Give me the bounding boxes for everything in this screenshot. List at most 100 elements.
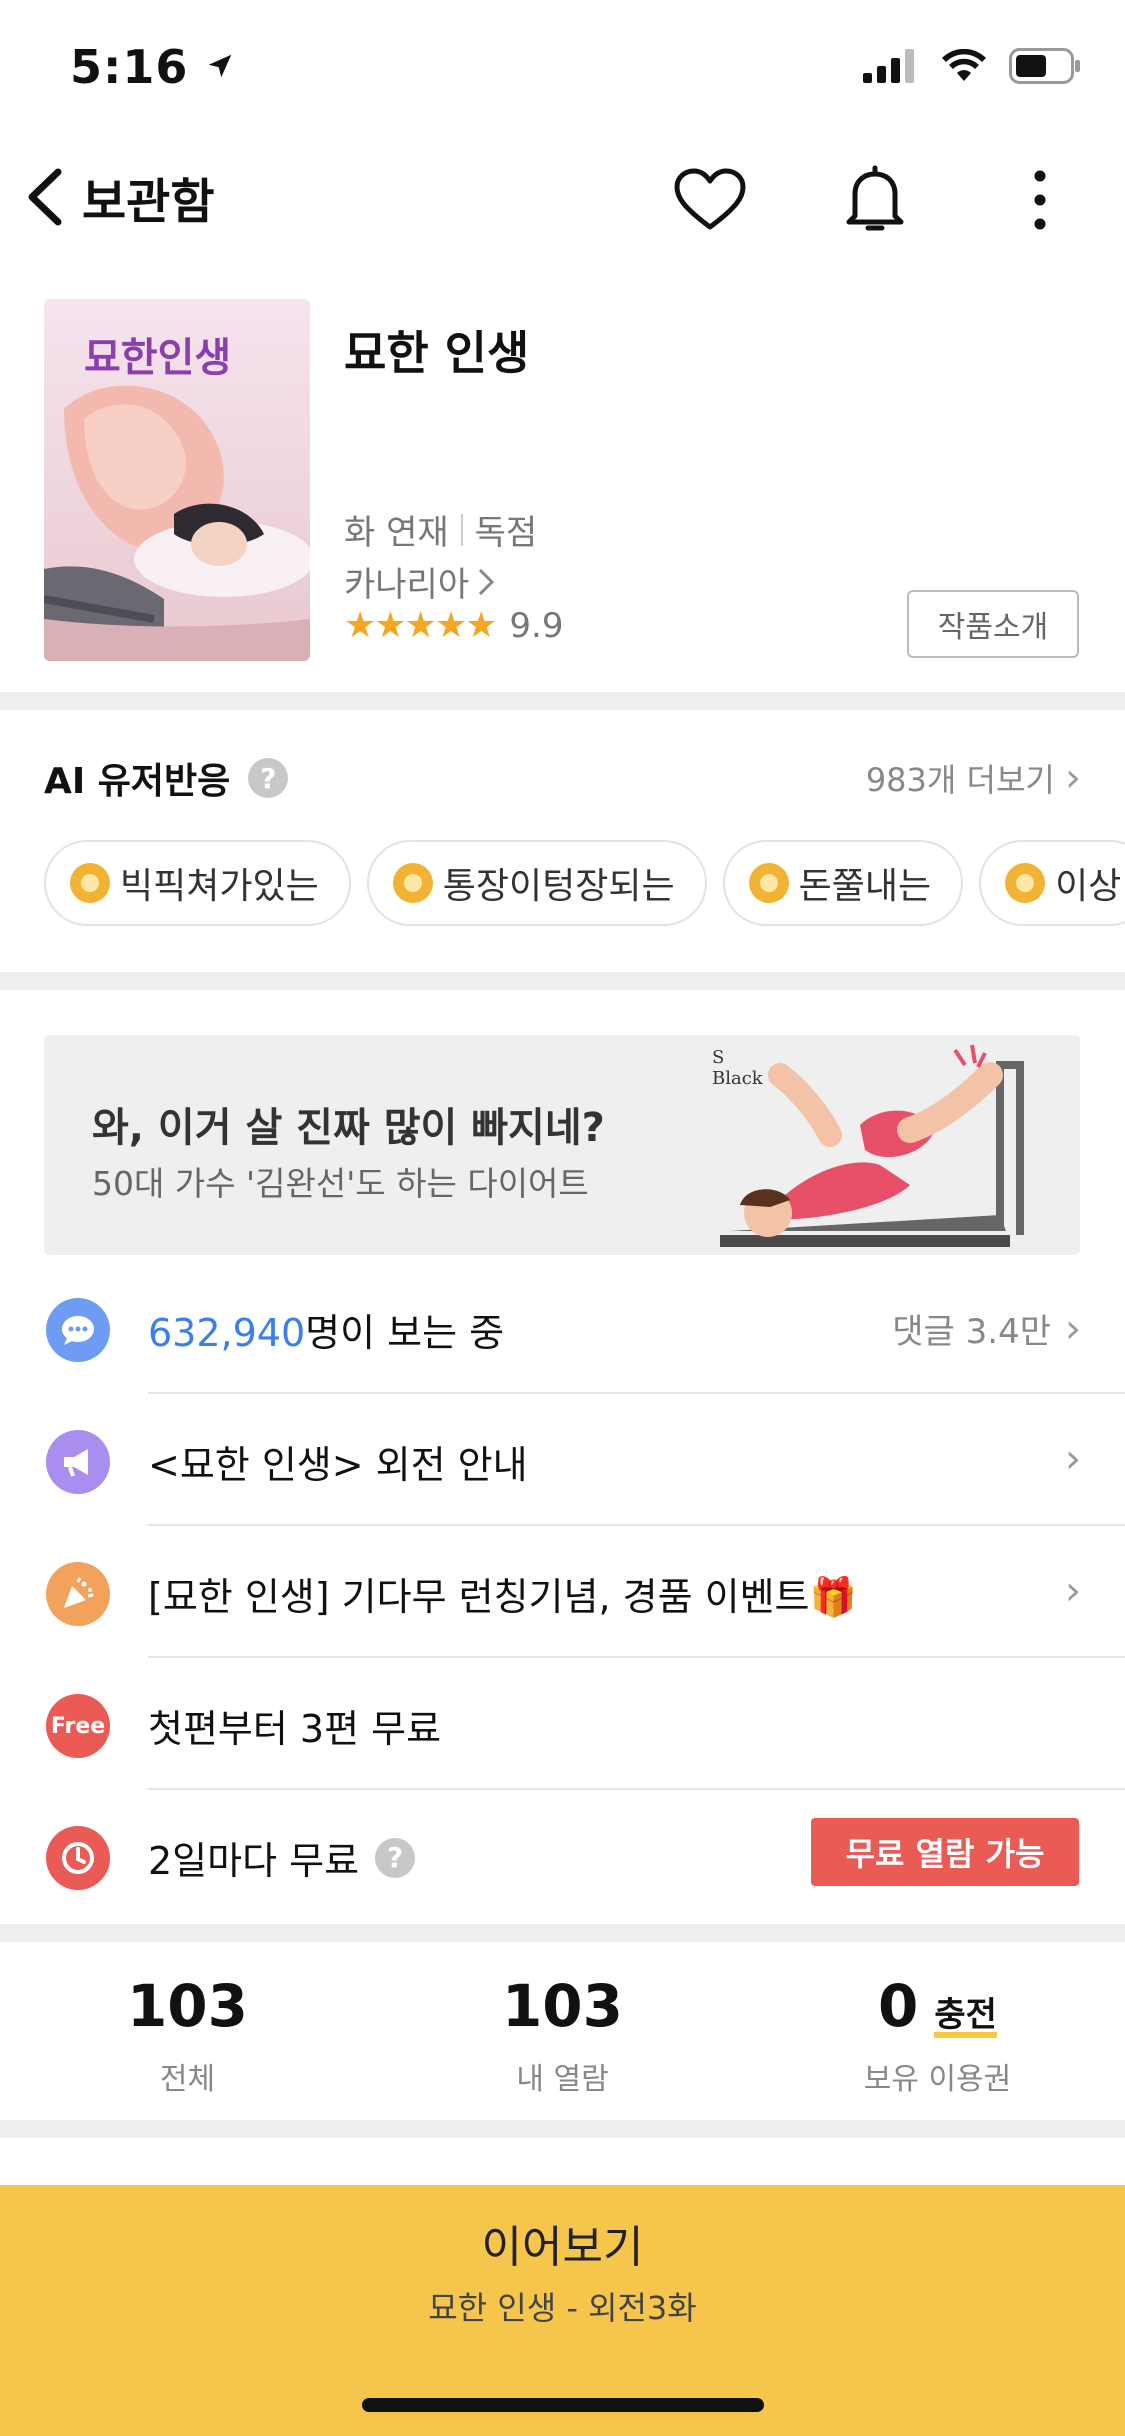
chevron-right-icon [479, 568, 495, 595]
author-name: 카나리아 [344, 565, 470, 605]
rating-value: 9.9 [509, 605, 564, 646]
reaction-chip[interactable]: 이상 [979, 840, 1125, 926]
series-title: 묘한 인생 [344, 326, 530, 380]
ad-headline: 와, 이거 살 진짜 많이 빠지네? [92, 1105, 605, 1151]
home-indicator[interactable] [362, 2398, 764, 2412]
nav-bar: 보관함 [0, 150, 1125, 250]
wait-free-row: 2일마다 무료 ? 무료 열람 가능 [0, 1790, 1125, 1922]
ai-reactions-title: AI 유저반응 ? [44, 752, 289, 804]
chip-label: 빅픽쳐가있는 [120, 866, 319, 907]
clock-icon [46, 1826, 110, 1890]
ad-subtext: 50대 가수 '김완선'도 하는 다이어트 [92, 1164, 589, 1203]
free-badge-icon: Free [46, 1694, 110, 1758]
more-options-button[interactable] [1000, 160, 1080, 240]
party-popper-icon [46, 1562, 110, 1626]
ad-illustration [720, 1044, 1024, 1247]
cover-title: 묘한인생 [84, 335, 232, 381]
event-chevron: › [1065, 1568, 1081, 1614]
ai-reactions-more-label: 983개 더보기 [865, 761, 1055, 799]
series-header: 묘한인생 묘한 인생 화 연재 독점 카나리아 ★★★★★ 9.9 작품소개 [0, 295, 1125, 695]
viewers-row[interactable]: 632,940명이 보는 중 댓글 3.4만 › [0, 1262, 1125, 1394]
bell-icon [846, 165, 904, 231]
notice-text: <묘한 인생> 외전 안내 [148, 1443, 528, 1487]
heart-icon [674, 168, 746, 230]
section-divider [0, 692, 1125, 710]
status-time-text: 5:16 [70, 40, 189, 94]
cover-image[interactable]: 묘한인생 [44, 299, 310, 661]
chip-label: 통장이텅장되는 [442, 866, 675, 907]
section-divider [0, 2120, 1125, 2138]
serial-status: 화 연재 [344, 513, 449, 553]
battery-icon [1009, 48, 1080, 84]
event-text: [묘한 인생] 기다무 런칭기념, 경품 이벤트🎁 [148, 1575, 857, 1619]
chevron-right-icon: › [1065, 1305, 1081, 1352]
favorite-button[interactable] [670, 160, 750, 240]
reaction-chips: 빅픽쳐가있는 통장이텅장되는 돈쭐내는 이상 [44, 840, 1125, 930]
chevron-left-icon [28, 168, 62, 226]
comments-link[interactable]: 댓글 3.4만 › [892, 1304, 1081, 1353]
stat-total-value: 103 [126, 1972, 249, 2040]
coin-icon [1005, 863, 1046, 903]
signal-icon [863, 49, 914, 83]
status-bar: 5:16 [0, 0, 1125, 140]
help-icon[interactable]: ? [248, 758, 289, 798]
viewers-count: 632,940 [148, 1311, 306, 1355]
chat-bubble-icon [46, 1298, 110, 1362]
stat-viewed-value: 103 [501, 1972, 624, 2040]
stat-viewed: 103 내 열람 [375, 1950, 750, 2120]
back-button[interactable]: 보관함 [22, 162, 214, 232]
coin-icon [748, 863, 789, 903]
chip-label: 이상 [1055, 866, 1122, 907]
coin-icon [392, 863, 433, 903]
location-arrow-icon [209, 54, 232, 78]
wifi-icon [942, 49, 986, 81]
stat-viewed-label: 내 열람 [516, 2062, 609, 2097]
exclusive-label: 독점 [474, 513, 538, 553]
ai-reactions-more-link[interactable]: 983개 더보기 › [866, 755, 1081, 801]
notice-row[interactable]: <묘한 인생> 외전 안내 › [0, 1394, 1125, 1526]
wait-free-label: 2일마다 무료 [148, 1839, 360, 1883]
viewers-text: 632,940명이 보는 중 [148, 1302, 504, 1357]
free-first-row: Free 첫편부터 3편 무료 [0, 1658, 1125, 1790]
section-divider [0, 972, 1125, 990]
status-time: 5:16 [70, 40, 235, 94]
notification-button[interactable] [835, 160, 915, 240]
continue-title: 이어보기 [481, 2222, 644, 2273]
stat-tickets: 0 충전 보유 이용권 [750, 1950, 1125, 2120]
stats-panel: 103 전체 103 내 열람 0 충전 보유 이용권 [0, 1950, 1125, 2120]
author-link[interactable]: 카나리아 [344, 557, 495, 606]
free-first-text: 첫편부터 3편 무료 [148, 1707, 442, 1751]
chevron-right-icon: › [1065, 1436, 1081, 1482]
chevron-right-icon: › [1065, 1568, 1081, 1614]
star-icons: ★★★★★ [344, 605, 497, 646]
viewers-suffix: 명이 보는 중 [305, 1311, 505, 1355]
intro-button[interactable]: 작품소개 [907, 590, 1079, 658]
reaction-chip[interactable]: 통장이텅장되는 [366, 840, 707, 926]
notice-chevron: › [1065, 1436, 1081, 1482]
wait-free-text: 2일마다 무료 ? [148, 1830, 416, 1885]
ai-reactions-label: AI 유저반응 [44, 761, 231, 802]
meta-divider [460, 513, 463, 546]
reaction-chip[interactable]: 빅픽쳐가있는 [44, 840, 351, 926]
series-meta: 화 연재 독점 [344, 505, 537, 554]
comments-count: 댓글 3.4만 [892, 1312, 1051, 1352]
megaphone-icon [46, 1430, 110, 1494]
ad-banner[interactable]: 와, 이거 살 진짜 많이 빠지네? 50대 가수 '김완선'도 하는 다이어트… [44, 1035, 1080, 1255]
coin-icon [70, 863, 110, 903]
continue-subtitle: 묘한 인생 - 외전3화 [428, 2289, 697, 2327]
chevron-right-icon: › [1065, 755, 1081, 801]
section-divider [0, 1924, 1125, 1942]
more-vertical-icon [1034, 170, 1046, 230]
back-label: 보관함 [82, 174, 215, 230]
free-view-button[interactable]: 무료 열람 가능 [811, 1818, 1079, 1886]
chip-label: 돈쭐내는 [798, 866, 932, 907]
help-icon[interactable]: ? [375, 1837, 416, 1878]
event-row[interactable]: [묘한 인생] 기다무 런칭기념, 경품 이벤트🎁 › [0, 1526, 1125, 1658]
stat-total-label: 전체 [159, 2062, 216, 2097]
stat-tickets-label: 보유 이용권 [863, 2062, 1012, 2097]
reaction-chip[interactable]: 돈쭐내는 [722, 840, 964, 926]
status-indicators [863, 48, 1081, 84]
charge-button[interactable]: 충전 [934, 1998, 997, 2038]
rating: ★★★★★ 9.9 [344, 605, 563, 646]
stat-total: 103 전체 [0, 1950, 375, 2120]
